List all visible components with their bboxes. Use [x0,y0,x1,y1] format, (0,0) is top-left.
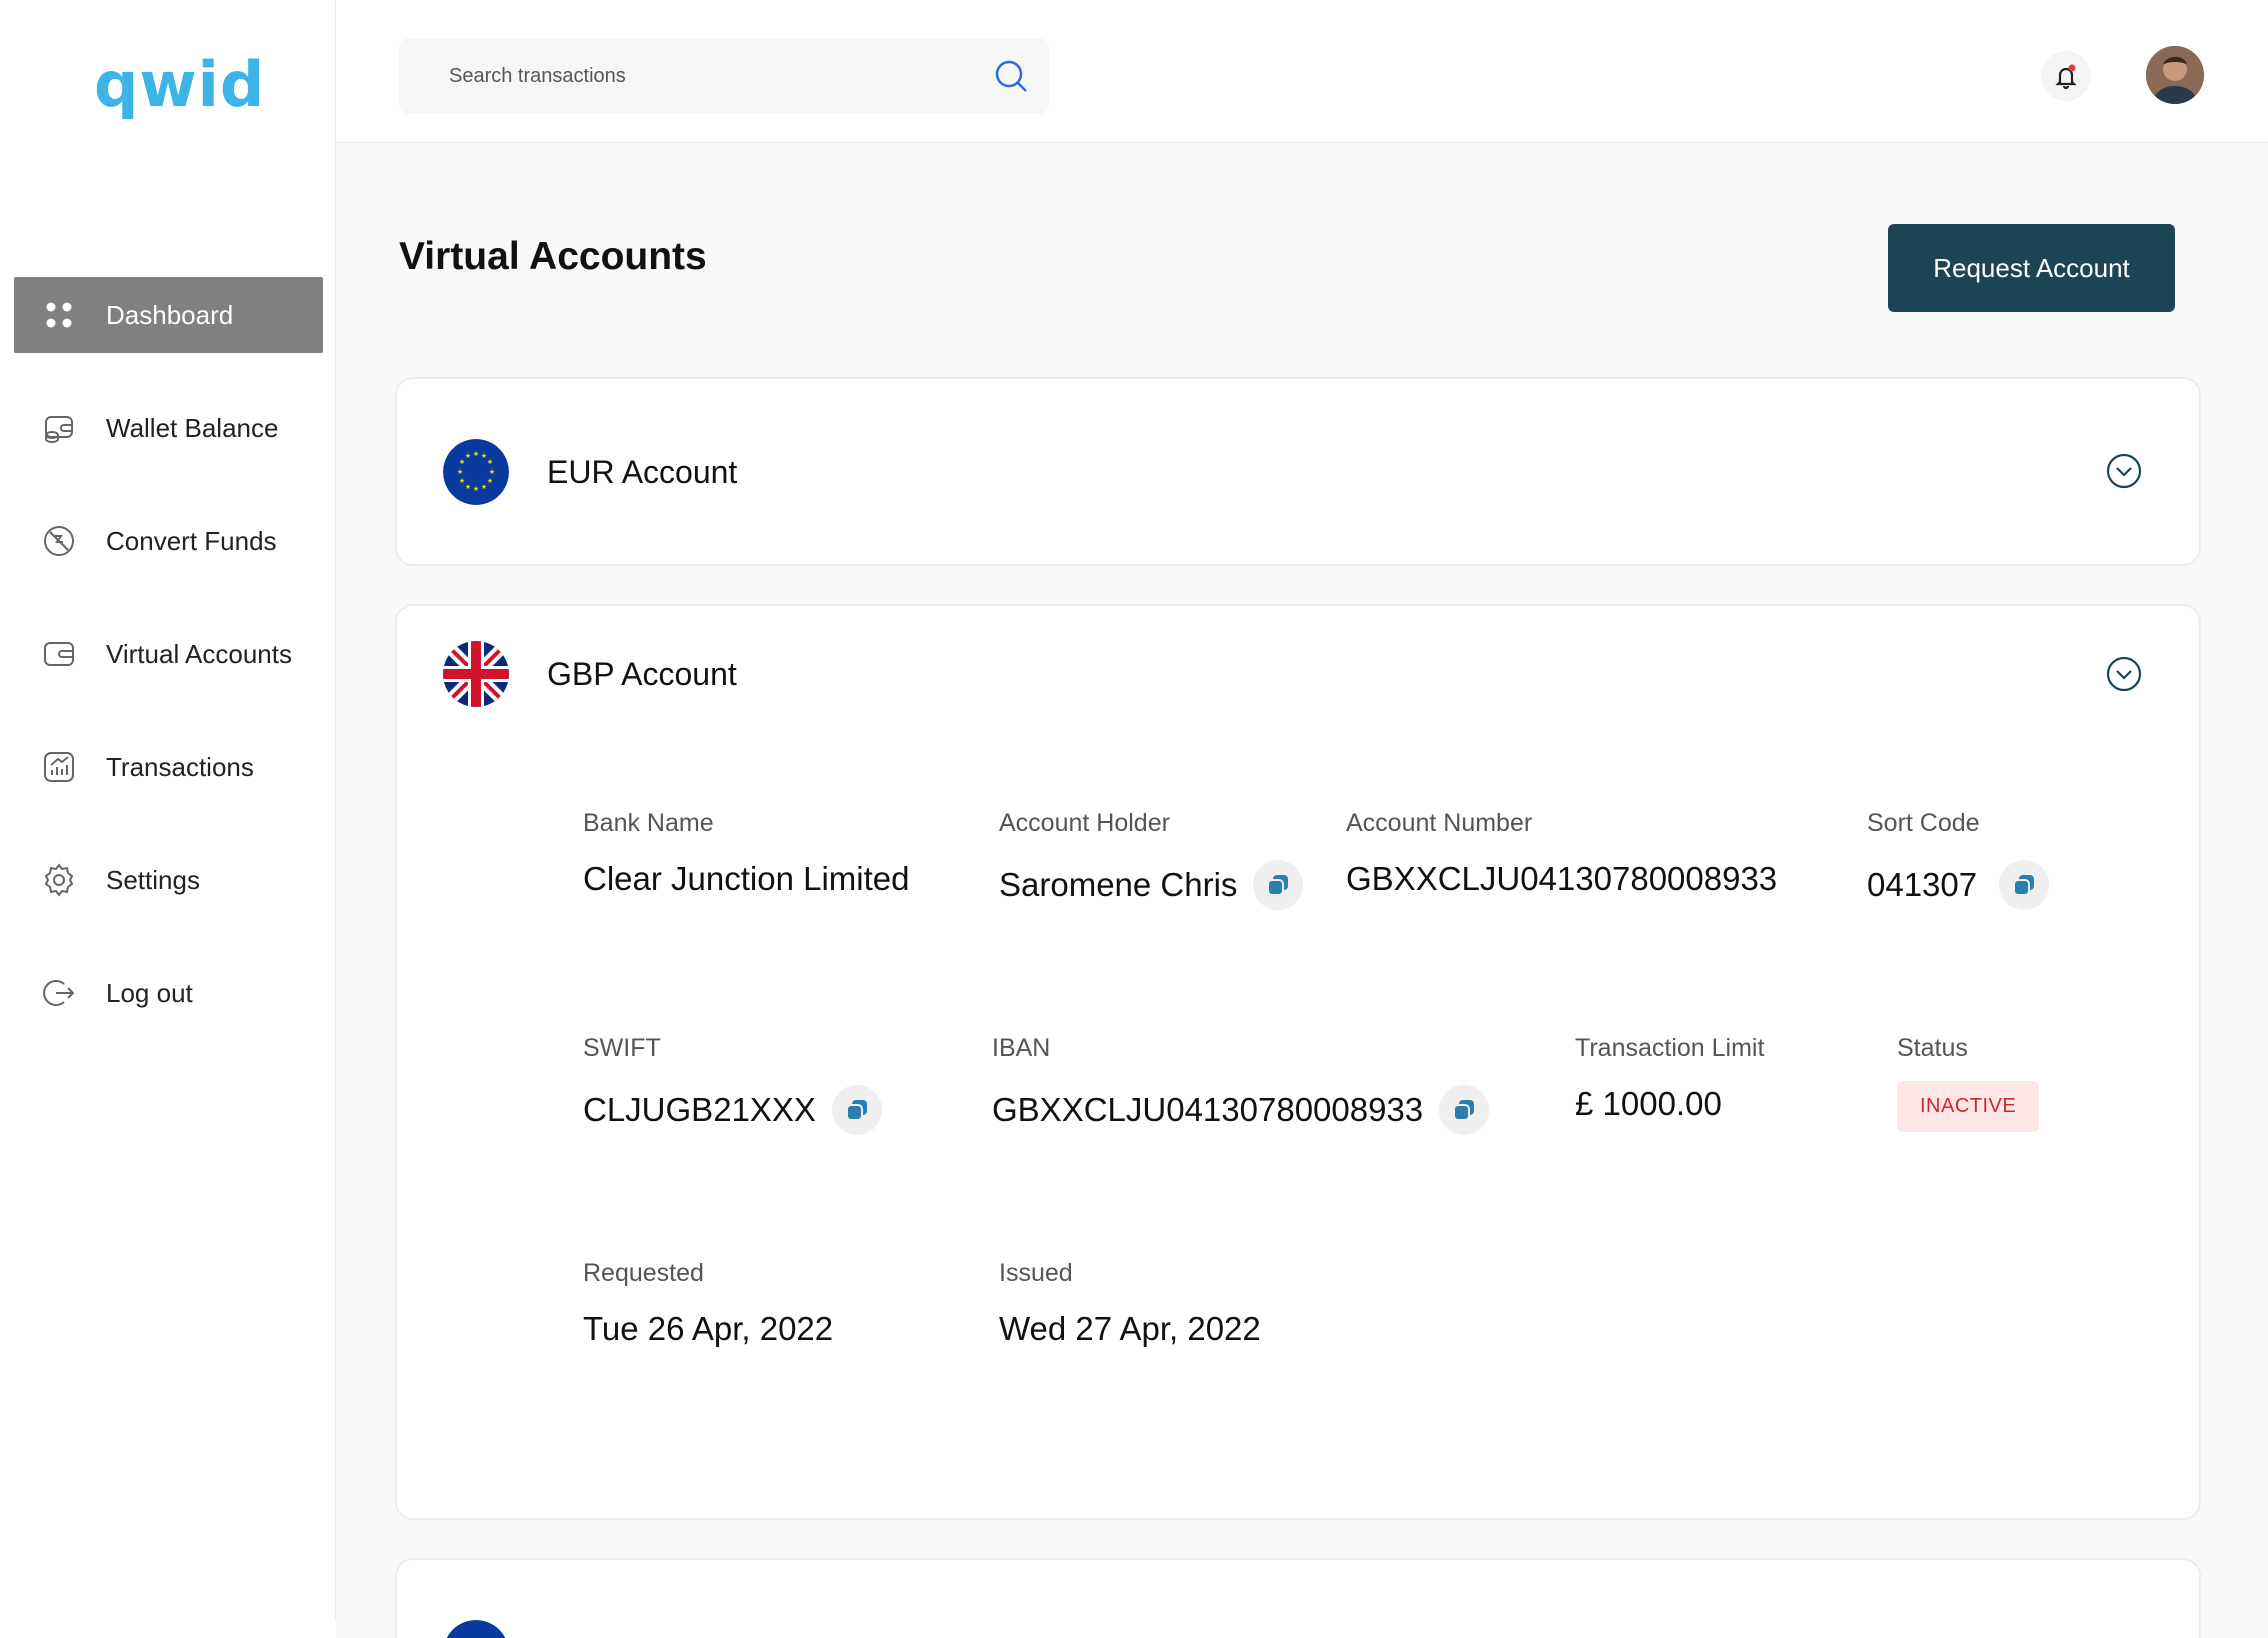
sidebar-item-logout[interactable]: Log out [14,955,323,1031]
field-issued: Issued Wed 27 Apr, 2022 [999,1259,1261,1348]
sidebar-item-convert-funds[interactable]: Convert Funds [14,503,323,579]
field-label: Bank Name [583,809,714,837]
uk-flag-icon [443,641,509,707]
sidebar-item-virtual-accounts[interactable]: Virtual Accounts [14,616,323,692]
field-label: SWIFT [583,1034,661,1062]
sidebar-item-transactions[interactable]: Transactions [14,729,323,805]
third-account-card[interactable] [395,1558,2201,1638]
field-label: Requested [583,1259,704,1287]
sidebar: qwid Dashboard Wallet Balance Convert Fu… [0,0,336,1620]
card-title: EUR Account [547,453,738,490]
chevron-down-icon[interactable] [2105,452,2143,490]
field-label: Account Holder [999,809,1170,837]
sidebar-item-label: Transactions [106,751,254,782]
field-value: Tue 26 Apr, 2022 [583,1310,834,1347]
card-header: ★ ★ ★ ★ ★ ★ ★ ★ ★ ★ ★ ★ EUR Account [443,439,737,505]
field-label: Sort Code [1867,809,1980,837]
field-label: Issued [999,1259,1073,1287]
field-label: IBAN [992,1034,1051,1062]
chevron-down-icon[interactable] [2105,655,2143,693]
svg-text:★: ★ [487,477,493,485]
field-value: CLJUGB21XXX [583,1091,816,1128]
search-bar [399,38,1049,114]
svg-text:★: ★ [473,485,479,493]
card-header[interactable]: GBP Account [443,641,737,707]
field-label: Transaction Limit [1575,1034,1765,1062]
gbp-account-card: GBP Account Bank Name Clear Junction Lim… [395,604,2201,1520]
sidebar-item-label: Virtual Accounts [106,638,292,669]
field-account-number: Account Number GBXXCLJU04130780008933 [1346,809,1777,898]
field-transaction-limit: Transaction Limit £ 1000.00 [1575,1034,1764,1123]
copy-icon[interactable] [831,1085,882,1135]
bell-icon [2055,64,2077,90]
sidebar-item-wallet-balance[interactable]: Wallet Balance [14,390,323,466]
field-iban: IBAN GBXXCLJU04130780008933 [992,1034,1490,1135]
field-value: GBXXCLJU04130780008933 [992,1091,1424,1128]
sidebar-item-label: Dashboard [106,299,234,330]
sidebar-item-label: Convert Funds [106,525,277,556]
logout-icon [42,976,76,1010]
copy-icon[interactable] [1999,860,2050,910]
eu-flag-icon: ★ ★ ★ ★ ★ ★ ★ ★ ★ ★ ★ ★ [443,439,509,505]
card-title: GBP Account [547,655,737,692]
qwid-logo[interactable]: qwid [94,48,265,121]
request-account-button[interactable]: Request Account [1888,224,2175,312]
topbar [336,0,2268,143]
card-header [443,1620,547,1638]
gear-icon [42,863,76,897]
field-value: Clear Junction Limited [583,860,910,897]
field-value: £ 1000.00 [1575,1085,1722,1122]
field-value: Wed 27 Apr, 2022 [999,1310,1261,1347]
sidebar-item-settings[interactable]: Settings [14,842,323,918]
field-account-holder: Account Holder Saromene Chris [999,809,1304,910]
svg-text:★: ★ [473,450,479,458]
copy-icon[interactable] [1439,1085,1490,1135]
copy-icon[interactable] [1253,860,1304,910]
field-swift: SWIFT CLJUGB21XXX [583,1034,882,1135]
user-avatar[interactable] [2146,46,2204,104]
sidebar-item-dashboard[interactable]: Dashboard [14,277,323,353]
field-requested: Requested Tue 26 Apr, 2022 [583,1259,833,1348]
sidebar-item-label: Wallet Balance [106,412,279,443]
svg-text:★: ★ [465,483,471,491]
svg-text:★: ★ [489,468,495,476]
sidebar-nav: Dashboard Wallet Balance Convert Funds V… [14,277,323,1068]
field-value: Saromene Chris [999,866,1238,903]
field-value: GBXXCLJU04130780008933 [1346,860,1778,897]
svg-text:★: ★ [465,452,471,460]
svg-text:★: ★ [487,458,493,466]
eur-account-card[interactable]: ★ ★ ★ ★ ★ ★ ★ ★ ★ ★ ★ ★ EUR Account [395,377,2201,566]
field-status: Status INACTIVE [1897,1034,2040,1132]
field-label: Account Number [1346,809,1533,837]
main-content: Virtual Accounts Request Account ★★★★ ★★… [336,0,2268,1638]
wallet-coins-icon [42,411,76,445]
svg-text:★: ★ [459,477,465,485]
grid-dots-icon [42,298,76,332]
virtual-wallet-icon [42,637,76,671]
field-sort-code: Sort Code 041307 [1867,809,2050,910]
sidebar-item-label: Settings [106,864,200,895]
notification-button[interactable] [2041,51,2091,101]
field-value: 041307 [1867,866,1978,903]
chart-icon [42,750,76,784]
svg-text:★: ★ [481,483,487,491]
search-icon[interactable] [991,56,1031,96]
sidebar-item-label: Log out [106,977,193,1008]
eu-flag-icon [443,1620,509,1638]
status-badge: INACTIVE [1897,1081,2040,1132]
convert-icon [42,524,76,558]
field-label: Status [1897,1034,1968,1062]
page-title: Virtual Accounts [399,235,707,278]
svg-text:★: ★ [457,468,463,476]
search-input[interactable] [449,64,969,88]
field-bank-name: Bank Name Clear Junction Limited [583,809,910,898]
